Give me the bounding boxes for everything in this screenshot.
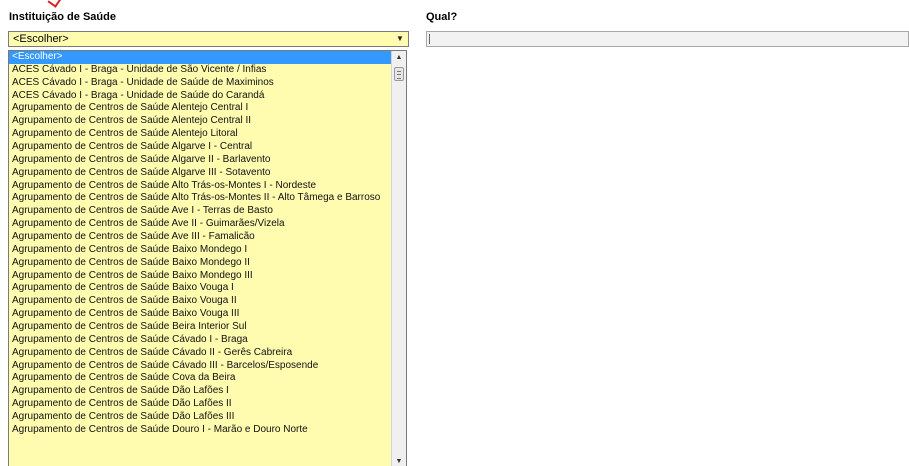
dropdown-option[interactable]: Agrupamento de Centros de Saúde Baixo Vo… (9, 282, 391, 295)
instituicao-dropdown-list[interactable]: <Escolher> ACES Cávado I - Braga - Unidad… (8, 50, 407, 466)
dropdown-option[interactable]: Agrupamento de Centros de Saúde Baixo Vo… (9, 295, 391, 308)
dropdown-option[interactable]: Agrupamento de Centros de Saúde Ave I - … (9, 205, 391, 218)
dropdown-option[interactable]: Agrupamento de Centros de Saúde Baixo Mo… (9, 270, 391, 283)
scroll-down-icon[interactable]: ▼ (392, 455, 406, 466)
qual-label: Qual? (426, 11, 458, 23)
dropdown-option[interactable]: ACES Cávado I - Braga - Unidade de Saúde… (9, 90, 391, 103)
dropdown-option[interactable]: Agrupamento de Centros de Saúde Dão Lafõ… (9, 411, 391, 424)
dropdown-option[interactable]: Agrupamento de Centros de Saúde Algarve … (9, 154, 391, 167)
dropdown-option[interactable]: Agrupamento de Centros de Saúde Ave III … (9, 231, 391, 244)
dropdown-option[interactable]: Agrupamento de Centros de Saúde Algarve … (9, 167, 391, 180)
dropdown-option[interactable]: <Escolher> (9, 51, 391, 64)
dropdown-option[interactable]: ACES Cávado I - Braga - Unidade de Saúde… (9, 77, 391, 90)
dropdown-option[interactable]: Agrupamento de Centros de Saúde Cávado I… (9, 360, 391, 373)
instituicao-label: Instituição de Saúde (9, 11, 116, 23)
dropdown-option[interactable]: Agrupamento de Centros de Saúde Dão Lafõ… (9, 398, 391, 411)
option-list: <Escolher> ACES Cávado I - Braga - Unidad… (9, 51, 391, 466)
dropdown-option[interactable]: Agrupamento de Centros de Saúde Alentejo… (9, 128, 391, 141)
dropdown-option[interactable]: Agrupamento de Centros de Saúde Baixo Vo… (9, 308, 391, 321)
annotation-checkmark (47, 0, 63, 8)
dropdown-option[interactable]: Agrupamento de Centros de Saúde Cova da … (9, 372, 391, 385)
dropdown-option[interactable]: Agrupamento de Centros de Saúde Cávado I… (9, 347, 391, 360)
dropdown-option[interactable]: Agrupamento de Centros de Saúde Algarve … (9, 141, 391, 154)
instituicao-select[interactable]: <Escolher> ▼ (8, 31, 409, 47)
dropdown-option[interactable]: Agrupamento de Centros de Saúde Alentejo… (9, 102, 391, 115)
dropdown-option[interactable]: Agrupamento de Centros de Saúde Beira In… (9, 321, 391, 334)
chevron-down-icon[interactable]: ▼ (392, 32, 408, 46)
dropdown-option[interactable]: Agrupamento de Centros de Saúde Douro I … (9, 424, 391, 437)
instituicao-select-value: <Escolher> (13, 33, 69, 45)
dropdown-option[interactable]: Agrupamento de Centros de Saúde Cávado I… (9, 334, 391, 347)
dropdown-scrollbar[interactable]: ▲ ▼ (391, 51, 406, 466)
dropdown-option[interactable]: Agrupamento de Centros de Saúde Alentejo… (9, 115, 391, 128)
qual-input[interactable] (426, 31, 909, 47)
dropdown-option[interactable]: Agrupamento de Centros de Saúde Baixo Mo… (9, 244, 391, 257)
dropdown-option[interactable]: ACES Cávado I - Braga - Unidade de São V… (9, 64, 391, 77)
scrollbar-thumb[interactable] (394, 67, 404, 81)
scroll-up-icon[interactable]: ▲ (392, 51, 406, 63)
dropdown-option[interactable]: Agrupamento de Centros de Saúde Ave II -… (9, 218, 391, 231)
dropdown-option[interactable]: Agrupamento de Centros de Saúde Dão Lafõ… (9, 385, 391, 398)
dropdown-option[interactable]: Agrupamento de Centros de Saúde Alto Trá… (9, 180, 391, 193)
dropdown-option[interactable]: Agrupamento de Centros de Saúde Alto Trá… (9, 192, 391, 205)
dropdown-option[interactable]: Agrupamento de Centros de Saúde Baixo Mo… (9, 257, 391, 270)
